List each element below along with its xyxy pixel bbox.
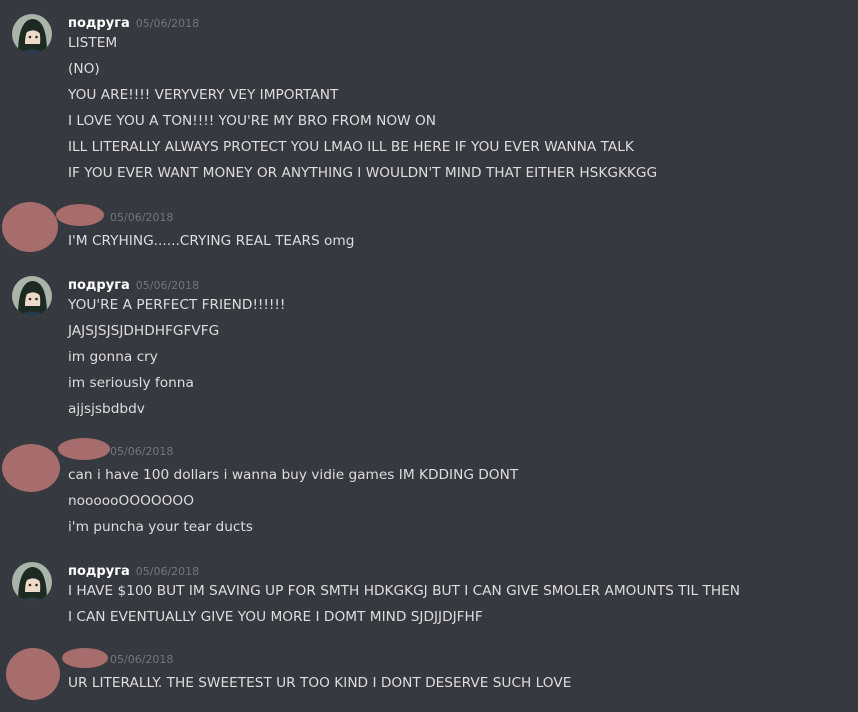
timestamp: 05/06/2018 xyxy=(110,653,174,666)
message-line: UR LITERALLY. THE SWEETEST UR TOO KIND I… xyxy=(68,675,572,691)
redacted-avatar[interactable] xyxy=(2,444,60,492)
redacted-avatar[interactable] xyxy=(6,648,60,700)
timestamp: 05/06/2018 xyxy=(135,17,200,30)
message-body: I HAVE $100 BUT IM SAVING UP FOR SMTH HD… xyxy=(68,578,740,630)
timestamp: 05/06/2018 xyxy=(110,211,174,224)
message-body: UR LITERALLY. THE SWEETEST UR TOO KIND I… xyxy=(68,670,571,696)
message-header: подруга 05/06/2018 xyxy=(68,560,200,579)
message-line: noooooOOOOOOO xyxy=(68,493,194,509)
message-body: LISTEM (NO) YOU ARE!!!! VERYVERY VEY IMP… xyxy=(68,30,657,186)
message-line: ajjsjsbdbdv xyxy=(68,401,145,417)
user-avatar-icon[interactable] xyxy=(12,562,52,602)
message-line: im seriously fonna xyxy=(68,375,194,391)
message-line: I'M CRYHING......CRYING REAL TEARS omg xyxy=(68,233,355,249)
timestamp: 05/06/2018 xyxy=(135,279,200,292)
message-line: YOU ARE!!!! VERYVERY VEY IMPORTANT xyxy=(68,87,339,103)
timestamp: 05/06/2018 xyxy=(135,565,200,578)
message-header: подруга 05/06/2018 xyxy=(68,274,200,293)
redacted-avatar[interactable] xyxy=(2,202,58,252)
message-body: I'M CRYHING......CRYING REAL TEARS omg xyxy=(68,228,354,254)
user-avatar-icon[interactable] xyxy=(12,276,52,316)
timestamp: 05/06/2018 xyxy=(110,445,174,458)
redacted-username[interactable] xyxy=(62,648,108,668)
message-line: I LOVE YOU A TON!!!! YOU'RE MY BRO FROM … xyxy=(68,113,437,129)
message-body: can i have 100 dollars i wanna buy vidie… xyxy=(68,462,518,540)
username[interactable]: подруга xyxy=(68,564,130,579)
message-line: IF YOU EVER WANT MONEY OR ANYTHING I WOU… xyxy=(68,165,658,181)
username[interactable]: подруга xyxy=(68,16,130,31)
message-line: JAJSJSJSJDHDHFGFVFG xyxy=(68,323,220,339)
message-line: YOU'RE A PERFECT FRIEND!!!!!! xyxy=(68,297,286,313)
message-header: подруга 05/06/2018 xyxy=(68,12,200,31)
message-line: i'm puncha your tear ducts xyxy=(68,519,253,535)
message-body: YOU'RE A PERFECT FRIEND!!!!!! JAJSJSJSJD… xyxy=(68,292,285,422)
message-line: im gonna cry xyxy=(68,349,158,365)
message-line: ILL LITERALLY ALWAYS PROTECT YOU LMAO IL… xyxy=(68,139,634,155)
username[interactable]: подруга xyxy=(68,278,130,293)
message-line: (NO) xyxy=(68,61,100,77)
redacted-username[interactable] xyxy=(58,438,110,460)
user-avatar-icon[interactable] xyxy=(12,14,52,54)
message-line: I HAVE $100 BUT IM SAVING UP FOR SMTH HD… xyxy=(68,583,741,599)
message-line: can i have 100 dollars i wanna buy vidie… xyxy=(68,467,519,483)
message-line: I CAN EVENTUALLY GIVE YOU MORE I DOMT MI… xyxy=(68,609,483,625)
redacted-username[interactable] xyxy=(56,204,104,226)
message-line: LISTEM xyxy=(68,35,118,51)
